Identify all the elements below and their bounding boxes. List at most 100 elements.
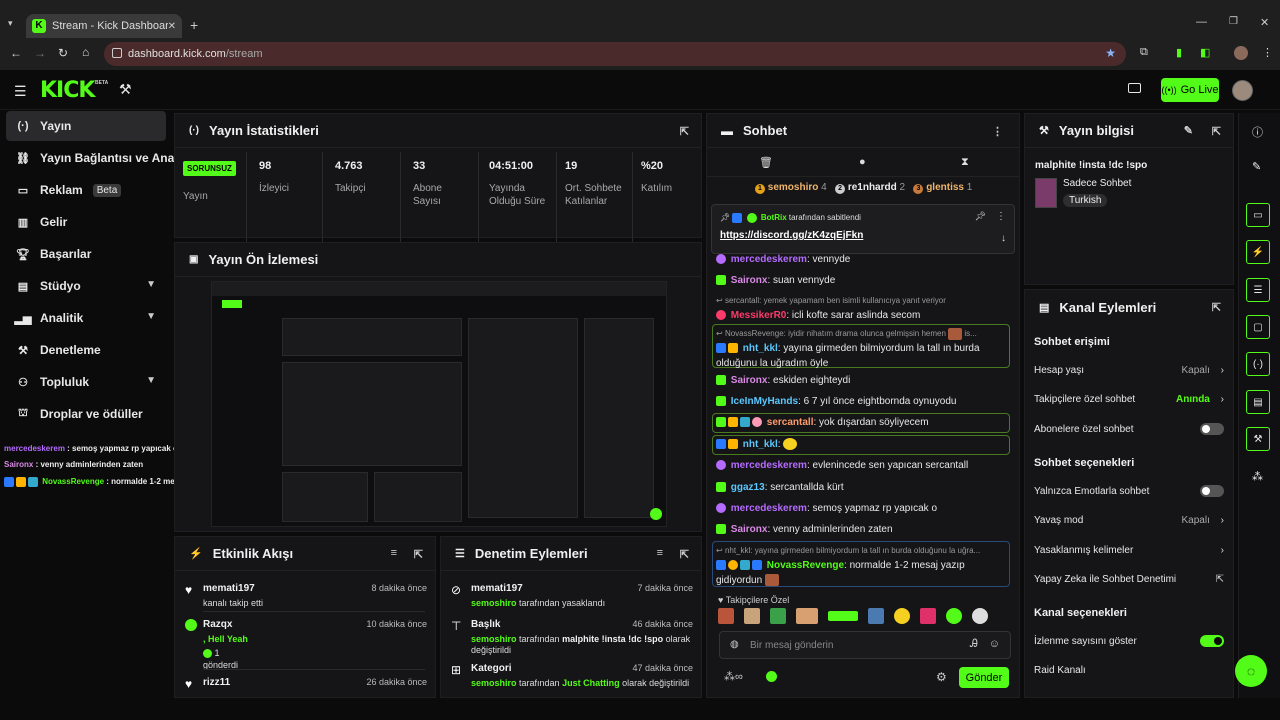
translate-icon[interactable]: Ꭿ (970, 638, 978, 651)
emoji-icon[interactable]: ☺ (989, 638, 1000, 650)
emote-icon[interactable] (770, 608, 786, 624)
chat-username[interactable]: Saironx (731, 275, 768, 286)
leader-name[interactable]: re1nhardd (848, 182, 897, 193)
trash-icon[interactable]: 🗑︎ (759, 156, 773, 169)
reply-context[interactable]: ↩ sercantall: yemek yapamam ben isimli k… (716, 293, 1008, 308)
sidebar-item-drops[interactable]: ⛫ Droplar ve ödüller (6, 399, 166, 429)
send-button[interactable]: Gönder (959, 667, 1009, 688)
new-tab-icon[interactable]: + (190, 17, 198, 33)
kick-coin-icon[interactable] (766, 671, 777, 682)
chat-username[interactable]: nht_kkl (743, 439, 778, 450)
unpin-icon[interactable]: 📌︎ (975, 211, 986, 222)
translate-extension-icon[interactable]: ◧ (1200, 46, 1210, 59)
site-info-icon[interactable] (112, 48, 122, 58)
emote-icon[interactable] (718, 608, 734, 624)
reply-context[interactable]: ↩ NovassRevenge: iyidir nihatım drama ol… (716, 326, 1008, 341)
pinned-link[interactable]: https://discord.gg/zK4zqEjFkn (720, 230, 863, 241)
rail-tools-button[interactable]: ⚒ (1246, 427, 1270, 451)
chat-settings-icon[interactable]: ⚙ (936, 670, 947, 684)
chat-username[interactable]: ggaz13 (731, 482, 765, 493)
leader-name[interactable]: semoshiro (768, 182, 819, 193)
popout-icon[interactable]: ⇱ (1212, 125, 1221, 138)
pinned-message[interactable]: 📌︎ BotRix tarafından sabitlendi 📌︎ ⋮ htt… (711, 204, 1015, 254)
browser-tab[interactable]: K Stream - Kick Dashboard ✕ (26, 14, 182, 38)
emote-icon[interactable] (920, 608, 936, 624)
pinned-by[interactable]: BotRix (761, 213, 787, 222)
sidebar-item-community[interactable]: ⚇ Topluluk ▼ (6, 367, 166, 397)
popout-icon[interactable]: ⇱ (414, 548, 423, 561)
minimize-icon[interactable]: — (1196, 16, 1207, 28)
banned-words-row[interactable]: Yasaklanmış kelimeler › (1034, 542, 1224, 558)
popout-icon[interactable]: ⇱ (680, 125, 689, 138)
info-icon[interactable]: ⓘ (1252, 124, 1263, 140)
sidebar-item-stream[interactable]: (·) Yayın (6, 111, 166, 141)
chat-username[interactable]: Saironx (731, 375, 768, 386)
rail-channel-button[interactable]: ▤ (1246, 390, 1270, 414)
back-icon[interactable]: ← (10, 46, 22, 60)
go-live-button[interactable]: ((•)) Go Live (1161, 78, 1219, 102)
sidebar-item-ads[interactable]: ▭ Reklam Beta (6, 175, 166, 205)
emote-icon[interactable] (744, 608, 760, 624)
slow-mode-row[interactable]: Yavaş mod Kapalı › (1034, 512, 1224, 528)
emote-only-toggle[interactable] (1200, 485, 1224, 497)
edit-pencil-icon[interactable]: ✎ (1252, 160, 1261, 173)
chat-input[interactable]: ◍ Bir mesaj gönderin Ꭿ ☺ (719, 631, 1011, 659)
emote-icon[interactable] (868, 608, 884, 624)
show-viewers-toggle[interactable] (1200, 635, 1224, 647)
sidebar-item-moderation[interactable]: ⚒ Denetleme (6, 335, 166, 365)
trash-extension-icon[interactable]: ▮ (1176, 46, 1182, 59)
user-avatar[interactable] (1232, 80, 1253, 101)
hourglass-icon[interactable]: ⧗ (961, 156, 969, 169)
close-window-icon[interactable]: ✕ (1260, 16, 1269, 29)
sidebar-item-achievements[interactable]: 🏆︎ Başarılar (6, 239, 166, 269)
chat-username[interactable]: mercedeskerem (731, 460, 807, 471)
rail-activity-button[interactable]: ⚡ (1246, 240, 1270, 264)
hamburger-menu-icon[interactable]: ☰ (14, 83, 27, 100)
reply-context[interactable]: ↩ nht_kkl: yayına girmeden bilmiyordum l… (716, 543, 1008, 558)
tools-icon[interactable]: ⚒ (119, 81, 132, 98)
popout-icon[interactable]: ⇱ (680, 548, 689, 561)
chat-username[interactable]: mercedeskerem (731, 254, 807, 265)
account-age-row[interactable]: Hesap yaşı Kapalı › (1034, 362, 1224, 378)
reload-icon[interactable]: ↻ (58, 46, 68, 60)
url-bar[interactable]: dashboard.kick.com/stream ★ (104, 42, 1126, 66)
mod-actor[interactable]: semoshiro (471, 634, 517, 644)
home-icon[interactable]: ⌂ (82, 45, 89, 59)
preview-video[interactable] (211, 281, 667, 527)
expand-arrow-icon[interactable]: ↓ (1001, 233, 1006, 244)
edit-pencil-icon[interactable]: ✎ (1184, 124, 1193, 137)
mod-actor[interactable]: semoshiro (471, 678, 517, 688)
ai-moderation-row[interactable]: Yapay Zeka ile Sohbet Denetimi ⇱ (1034, 571, 1224, 587)
filter-icon[interactable]: ≡ (391, 547, 397, 559)
sidebar-item-studio[interactable]: ▤ Stüdyo ▼ (6, 271, 166, 301)
browser-menu-icon[interactable]: ⋮ (1262, 46, 1273, 59)
leader-name[interactable]: glentiss (926, 182, 964, 193)
close-tab-icon[interactable]: ✕ (168, 21, 176, 32)
emote-icon[interactable] (946, 608, 962, 624)
community-icon[interactable]: ⁂ (1252, 470, 1263, 483)
kick-points-icon[interactable]: ⁂∞ (724, 670, 743, 683)
chat-username[interactable]: NovassRevenge (767, 560, 844, 571)
sidebar-item-revenue[interactable]: ▥ Gelir (6, 207, 166, 237)
extensions-icon[interactable]: ⧉ (1140, 46, 1148, 59)
restore-icon[interactable]: ❐ (1229, 16, 1238, 27)
emote-icon[interactable] (972, 608, 988, 624)
chat-username[interactable]: Saironx (731, 524, 768, 535)
pinned-menu-icon[interactable]: ⋮ (996, 211, 1006, 222)
rail-broadcast-button[interactable]: (·) (1246, 352, 1270, 376)
chat-username[interactable]: sercantall (767, 417, 814, 428)
emote-icon[interactable] (894, 608, 910, 624)
rail-chat-button[interactable]: ▢ (1246, 315, 1270, 339)
sidebar-item-stream-key[interactable]: ⛓ Yayın Bağlantısı ve Anahtar (6, 143, 176, 173)
kick-logo[interactable]: KICK (40, 78, 95, 103)
chat-username[interactable]: nht_kkl (743, 343, 778, 354)
emote-icon[interactable] (828, 611, 858, 621)
rail-stats-button[interactable]: ▭ (1246, 203, 1270, 227)
sidebar-item-analytics[interactable]: ▂▅ Analitik ▼ (6, 303, 166, 333)
chat-username[interactable]: MessikerR0 (731, 310, 787, 321)
emote-icon[interactable] (796, 608, 818, 624)
help-chat-button[interactable]: ◌ (1235, 655, 1267, 687)
filter-icon[interactable]: ≡ (657, 547, 663, 559)
raid-row[interactable]: Raid Kanalı (1034, 662, 1224, 678)
more-options-icon[interactable]: ⋮ (992, 125, 1003, 138)
